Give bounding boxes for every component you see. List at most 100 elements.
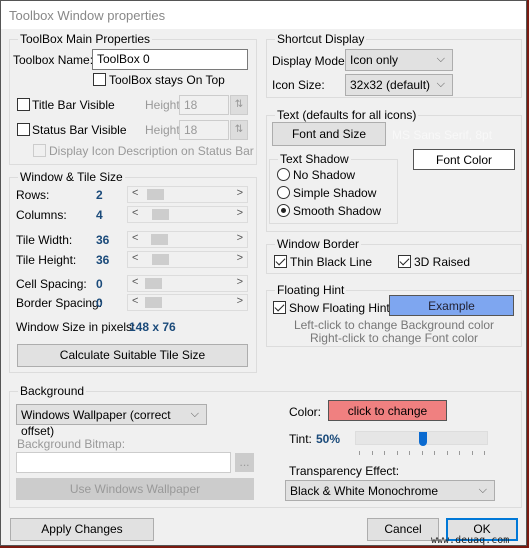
tint-slider-thumb[interactable]: [418, 432, 427, 446]
shadow-option-label: No Shadow: [293, 168, 356, 182]
tile-row-value: 2: [96, 188, 103, 202]
tint-slider[interactable]: [355, 431, 488, 446]
group-label: Floating Hint: [275, 283, 347, 297]
hint-line-1: Left-click to change Background color: [293, 318, 495, 332]
tint-label: Tint:: [289, 432, 312, 446]
chevron-left-icon[interactable]: <: [132, 187, 138, 199]
color-change-button[interactable]: click to change: [328, 400, 447, 421]
3d-raised-checkbox[interactable]: [398, 255, 411, 268]
background-bitmap-label: Background Bitmap:: [17, 437, 126, 451]
window-size-value: 148 x 76: [129, 320, 176, 334]
transparency-effect-value: Black & White Monochrome: [290, 484, 439, 498]
calculate-tile-size-button[interactable]: Calculate Suitable Tile Size: [17, 344, 248, 367]
watermark: www.deuaq.com: [431, 535, 510, 546]
icon-size-label: Icon Size:: [272, 78, 325, 92]
chevron-left-icon[interactable]: <: [132, 276, 138, 288]
status-height-input[interactable]: 18: [179, 120, 229, 140]
display-mode-select[interactable]: Icon only ⌵: [345, 49, 453, 71]
tile-row-scrollbar[interactable]: < >: [127, 251, 248, 268]
group-label: Text Shadow: [278, 152, 351, 166]
tile-row-scrollbar[interactable]: < >: [127, 186, 248, 203]
status-height-spinner-icon[interactable]: ⇅: [230, 120, 248, 140]
window-title: Toolbox Window properties: [9, 8, 166, 23]
tile-row-scrollbar[interactable]: < >: [127, 206, 248, 223]
scrollbar-thumb[interactable]: [152, 209, 169, 220]
background-bitmap-input[interactable]: [16, 452, 231, 473]
title-height-input[interactable]: 18: [179, 95, 229, 115]
group-label: Text (defaults for all icons): [275, 108, 419, 122]
title-bar: Toolbox Window properties: [1, 1, 526, 29]
chevron-left-icon[interactable]: <: [132, 232, 138, 244]
icon-size-select[interactable]: 32x32 (default) ⌵: [345, 74, 453, 96]
tick-mark: [421, 451, 423, 455]
show-floating-hint-checkbox[interactable]: [273, 301, 286, 314]
hint-example-button[interactable]: Example: [389, 295, 514, 316]
background-mode-select[interactable]: Windows Wallpaper (correct offset) ⌵: [16, 404, 207, 438]
toolbox-name-input[interactable]: ToolBox 0: [92, 49, 248, 70]
display-description-checkbox[interactable]: [33, 144, 46, 157]
group-label: ToolBox Main Properties: [18, 32, 153, 46]
group-label: Background: [18, 384, 87, 398]
toolbox-name-label: Toolbox Name:: [13, 53, 94, 67]
chevron-right-icon[interactable]: >: [237, 232, 243, 244]
tile-row-scrollbar[interactable]: < >: [127, 294, 248, 311]
tick-mark: [446, 451, 448, 455]
status-bar-visible-checkbox[interactable]: [17, 123, 30, 136]
group-label: Shortcut Display: [275, 32, 367, 46]
scrollbar-thumb[interactable]: [152, 254, 169, 265]
tile-row-label: Tile Height:: [16, 253, 77, 267]
tick-mark: [359, 451, 360, 455]
scrollbar-thumb[interactable]: [145, 278, 162, 289]
chevron-right-icon[interactable]: >: [237, 187, 243, 199]
group-label: Window & Tile Size: [18, 170, 125, 184]
stays-on-top-label: ToolBox stays On Top: [109, 73, 225, 87]
color-label: Color:: [289, 405, 322, 419]
browse-button[interactable]: ...: [235, 453, 254, 472]
tick-mark: [371, 451, 373, 455]
title-bar-visible-label: Title Bar Visible: [32, 98, 115, 112]
chevron-right-icon[interactable]: >: [237, 276, 243, 288]
scrollbar-thumb[interactable]: [147, 189, 164, 200]
chevron-right-icon[interactable]: >: [237, 207, 243, 219]
chevron-right-icon[interactable]: >: [237, 295, 243, 307]
show-floating-hint-label: Show Floating Hint: [289, 301, 390, 315]
shadow-radio[interactable]: [277, 186, 290, 199]
tint-value: 50%: [316, 432, 341, 446]
chevron-left-icon[interactable]: <: [132, 252, 138, 264]
tile-row-label: Columns:: [16, 208, 67, 222]
tile-row-value: 0: [96, 296, 103, 310]
stays-on-top-checkbox[interactable]: [93, 73, 106, 86]
icon-size-value: 32x32 (default): [350, 78, 431, 92]
font-and-size-button[interactable]: Font and Size: [272, 122, 386, 146]
apply-changes-button[interactable]: Apply Changes: [10, 518, 154, 541]
title-height-spinner-icon[interactable]: ⇅: [230, 95, 248, 115]
tile-row-scrollbar[interactable]: < >: [127, 231, 248, 248]
use-windows-wallpaper-button[interactable]: Use Windows Wallpaper: [16, 478, 254, 500]
chevron-down-icon: ⌵: [190, 408, 199, 420]
chevron-right-icon[interactable]: >: [237, 252, 243, 264]
group-label: Window Border: [275, 237, 362, 251]
chevron-left-icon[interactable]: <: [132, 207, 138, 219]
cancel-button[interactable]: Cancel: [367, 518, 439, 541]
shadow-radio[interactable]: [277, 168, 290, 181]
title-bar-visible-checkbox[interactable]: [17, 98, 30, 111]
chevron-down-icon: ⌵: [436, 53, 445, 65]
shadow-option-label: Smooth Shadow: [293, 204, 382, 218]
shadow-option-label: Simple Shadow: [293, 186, 377, 200]
chevron-left-icon[interactable]: <: [132, 295, 138, 307]
tick-mark: [459, 451, 460, 455]
thin-black-line-checkbox[interactable]: [274, 255, 287, 268]
scrollbar-thumb[interactable]: [145, 297, 162, 308]
status-bar-visible-label: Status Bar Visible: [32, 123, 127, 137]
display-mode-value: Icon only: [350, 53, 399, 67]
tile-row-label: Border Spacing:: [16, 296, 103, 310]
transparency-effect-select[interactable]: Black & White Monochrome ⌵: [285, 480, 495, 501]
shadow-radio[interactable]: [277, 204, 290, 217]
tile-row-value: 0: [96, 277, 103, 291]
title-height-label: Height:: [145, 98, 184, 112]
chevron-down-icon: ⌵: [436, 78, 445, 90]
scrollbar-thumb[interactable]: [151, 234, 168, 245]
tile-row-value: 4: [96, 208, 103, 222]
tile-row-scrollbar[interactable]: < >: [127, 275, 248, 292]
font-color-button[interactable]: Font Color: [413, 149, 515, 170]
